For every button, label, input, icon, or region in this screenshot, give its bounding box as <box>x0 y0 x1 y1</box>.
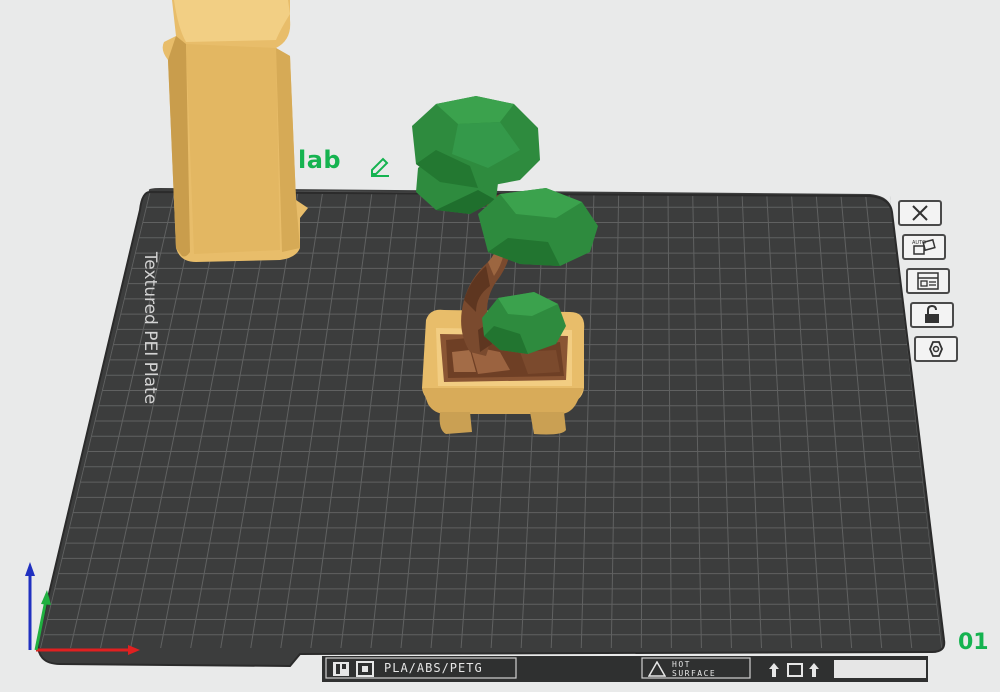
bambu-logo-icon <box>333 662 349 676</box>
hot-surface-label-2: SURFACE <box>672 669 717 678</box>
close-icon <box>912 205 928 221</box>
hot-surface-label-1: HOT <box>672 660 691 669</box>
plate-brand-label: lab <box>298 146 342 174</box>
hexagon-icon <box>929 341 943 357</box>
plate-type-label: Textured PEI Plate <box>140 251 160 405</box>
edit-name-icon[interactable] <box>368 154 392 178</box>
lock-plate-button[interactable] <box>910 302 954 328</box>
plate-number-label: 01 <box>958 630 989 655</box>
plate-bottom-strip: PLA/ABS/PETG HOT SURFACE <box>322 656 928 682</box>
plate-side-toolbar: AUTO <box>898 200 958 370</box>
orientation-arrows-icon <box>769 663 819 677</box>
delete-plate-button[interactable] <box>898 200 942 226</box>
auto-arrange-icon: AUTO <box>912 238 936 255</box>
auto-arrange-button[interactable]: AUTO <box>902 234 946 260</box>
column-object <box>162 0 308 262</box>
plate-marker-icon <box>356 661 374 677</box>
warning-triangle-icon <box>648 661 666 677</box>
material-label: PLA/ABS/PETG <box>384 661 483 675</box>
plate-options-button[interactable] <box>914 336 958 362</box>
unlock-icon <box>925 305 939 323</box>
plate-settings-button[interactable] <box>906 268 950 294</box>
layout-icon <box>917 272 939 290</box>
